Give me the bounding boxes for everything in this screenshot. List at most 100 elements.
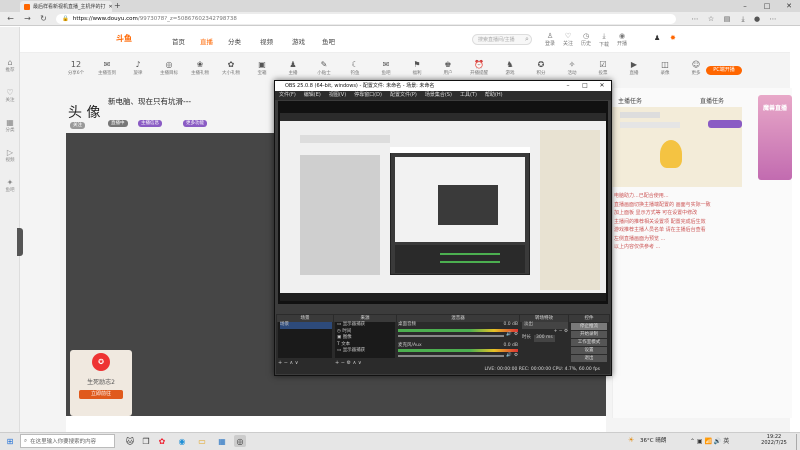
toolbar-item[interactable]: ▣ 宝箱: [248, 60, 276, 76]
toolbar-item[interactable]: ⏰ 开播提醒: [465, 60, 493, 76]
obs-menu-scene-collection[interactable]: 场景集合(S): [425, 92, 452, 98]
settings-button[interactable]: 设置: [571, 347, 607, 354]
rp-ad-button[interactable]: [708, 120, 742, 128]
windows-start-icon[interactable]: ⊞: [4, 435, 16, 447]
show-desktop-button[interactable]: [796, 434, 800, 450]
side-banner[interactable]: 魔兽直播: [758, 95, 792, 180]
toolbar-item[interactable]: ✪ 积分: [527, 60, 555, 76]
obs-menu-edit[interactable]: 编辑(E): [304, 92, 321, 98]
scene-item[interactable]: 场景: [280, 322, 332, 329]
site-search-input[interactable]: 搜索直播间/主播: [472, 34, 532, 45]
nav-video[interactable]: 视频: [260, 36, 273, 46]
obs-menu-help[interactable]: 帮助(H): [485, 92, 503, 98]
obs-maximize-button[interactable]: □: [577, 81, 593, 91]
toolbar-item[interactable]: ♚ 用户: [434, 60, 462, 76]
pc-stream-button[interactable]: PC端开播: [706, 66, 742, 75]
rail-category[interactable]: ▦ 分类: [2, 118, 18, 140]
taskbar-search-input[interactable]: ⌕ 在这里输入你要搜索的内容: [20, 434, 115, 448]
sources-list[interactable]: ▭ 显示器捕获 ◷ 时间 ▣ 图像 T 文本 ▭ 显示器捕获: [335, 322, 395, 358]
nav-download[interactable]: ⤓ 下载: [597, 32, 611, 48]
studio-mode-button[interactable]: 工作室模式: [571, 339, 607, 346]
close-icon[interactable]: ✕: [109, 4, 112, 10]
toolbar-item[interactable]: ◎ 主播目标: [155, 60, 183, 76]
nav-live[interactable]: 直播: [200, 36, 213, 46]
nav-home[interactable]: 首页: [172, 36, 185, 46]
nav-category[interactable]: 分类: [228, 36, 241, 46]
obs-menu-file[interactable]: 文件(F): [279, 92, 296, 98]
toolbar-item[interactable]: ✉ 鱼吧: [372, 60, 400, 76]
app-icon[interactable]: ✿: [156, 435, 168, 447]
rp-tab-1[interactable]: 主播任务: [618, 96, 642, 105]
forward-icon[interactable]: →: [22, 13, 33, 24]
nav-yuba[interactable]: 鱼吧: [322, 36, 335, 46]
store-icon[interactable]: ▦: [216, 435, 228, 447]
rail-recommend[interactable]: ⌂ 推荐: [2, 58, 18, 80]
extensions-icon[interactable]: ⋯: [690, 14, 700, 24]
rail-collapse-handle[interactable]: [17, 228, 23, 256]
refresh-icon[interactable]: ↻: [38, 13, 49, 24]
maximize-button[interactable]: □: [756, 0, 778, 12]
fire-icon[interactable]: ✸: [670, 34, 680, 44]
weather-widget[interactable]: 36°C 晴朗: [640, 436, 666, 444]
nav-game[interactable]: 游戏: [292, 36, 305, 46]
speaker-icon[interactable]: 🔊: [506, 332, 512, 339]
taskbar-clock[interactable]: 19:22 2022/7/25: [752, 434, 796, 446]
close-window-button[interactable]: ✕: [778, 0, 800, 12]
gear-icon[interactable]: ⚙: [514, 353, 518, 360]
task-view-icon[interactable]: ❐: [140, 435, 152, 447]
douyu-logo[interactable]: 斗鱼: [116, 33, 152, 45]
rail-follow[interactable]: ♡ 关注: [2, 88, 18, 110]
browser-tab[interactable]: 最后样看新视机直播_主机伴的打 ✕: [20, 1, 112, 12]
edge-icon[interactable]: ◉: [176, 435, 188, 447]
toolbar-item[interactable]: ▶ 直播: [620, 60, 648, 76]
nav-login[interactable]: ♙ 登录: [543, 32, 557, 47]
follow-chip[interactable]: 关注: [70, 122, 85, 129]
downloads-icon[interactable]: ⤓: [738, 14, 748, 24]
obs-taskbar-icon[interactable]: ◎: [234, 435, 246, 447]
search-icon[interactable]: ⌕: [525, 35, 529, 44]
obs-menu-tools[interactable]: 工具(T): [460, 92, 477, 98]
rp-tab-2[interactable]: 直播任务: [700, 96, 724, 105]
avatar[interactable]: ♟: [654, 34, 664, 44]
file-explorer-icon[interactable]: ▭: [196, 435, 208, 447]
minimize-button[interactable]: –: [734, 0, 756, 12]
start-recording-button[interactable]: 开始录制: [571, 331, 607, 338]
toolbar-item[interactable]: ☑ 投票: [589, 60, 617, 76]
obs-minimize-button[interactable]: –: [560, 81, 576, 91]
obs-close-button[interactable]: ✕: [594, 81, 610, 91]
toolbar-item[interactable]: ☾ 钓鱼: [341, 60, 369, 76]
new-tab-button[interactable]: +: [114, 1, 121, 10]
nav-history[interactable]: ◷ 历史: [579, 32, 593, 47]
event-sticker[interactable]: ✪ 生死励志2 立即前往: [70, 350, 132, 416]
obs-menu-profile[interactable]: 配置文件(P): [390, 92, 417, 98]
scenes-list[interactable]: 场景: [278, 322, 332, 358]
toolbar-item[interactable]: ♟ 主播: [279, 60, 307, 76]
rail-yuba[interactable]: ✦ 鱼吧: [2, 178, 18, 200]
obs-menu-view[interactable]: 视图(V): [329, 92, 346, 98]
toolbar-item[interactable]: 12 分享6个: [62, 60, 90, 76]
toolbar-item[interactable]: ♪ 旋律: [124, 60, 152, 76]
toolbar-item[interactable]: ✉ 主播签到: [93, 60, 121, 76]
tray-icons[interactable]: ⌃ ▣ 📶 🔊 英: [690, 436, 729, 445]
event-button[interactable]: 立即前往: [79, 390, 123, 399]
volume-slider[interactable]: [398, 355, 505, 357]
star-icon[interactable]: ☆: [706, 14, 716, 24]
cortana-icon[interactable]: 🐱: [124, 435, 136, 447]
duration-input[interactable]: 300 ms: [534, 335, 555, 342]
toolbar-item[interactable]: ◫ 录像: [651, 60, 679, 76]
nav-follow[interactable]: ♡ 关注: [561, 32, 575, 47]
url-input[interactable]: 🔒 https://www.douyu.com/9973078?_z=50867…: [56, 14, 676, 24]
info-chip[interactable]: 主播信息: [138, 120, 162, 127]
toolbar-item[interactable]: ⚑ 福利: [403, 60, 431, 76]
toolbar-item[interactable]: ✎ 小贴士: [310, 60, 338, 76]
rail-video[interactable]: ▷ 视频: [2, 148, 18, 170]
nav-start-stream[interactable]: ◉ 开播: [615, 32, 629, 47]
source-item[interactable]: ▭ 显示器捕获: [337, 348, 395, 355]
gear-icon[interactable]: ⚙: [514, 332, 518, 339]
obs-menu-docks[interactable]: 停靠窗口(D): [354, 92, 382, 98]
speaker-icon[interactable]: 🔊: [506, 353, 512, 360]
menu-icon[interactable]: ⋯: [768, 14, 778, 24]
collections-icon[interactable]: ▤: [722, 14, 732, 24]
stop-streaming-button[interactable]: 停止推流: [571, 323, 607, 330]
toolbar-item[interactable]: ❀ 主播礼物: [186, 60, 214, 76]
